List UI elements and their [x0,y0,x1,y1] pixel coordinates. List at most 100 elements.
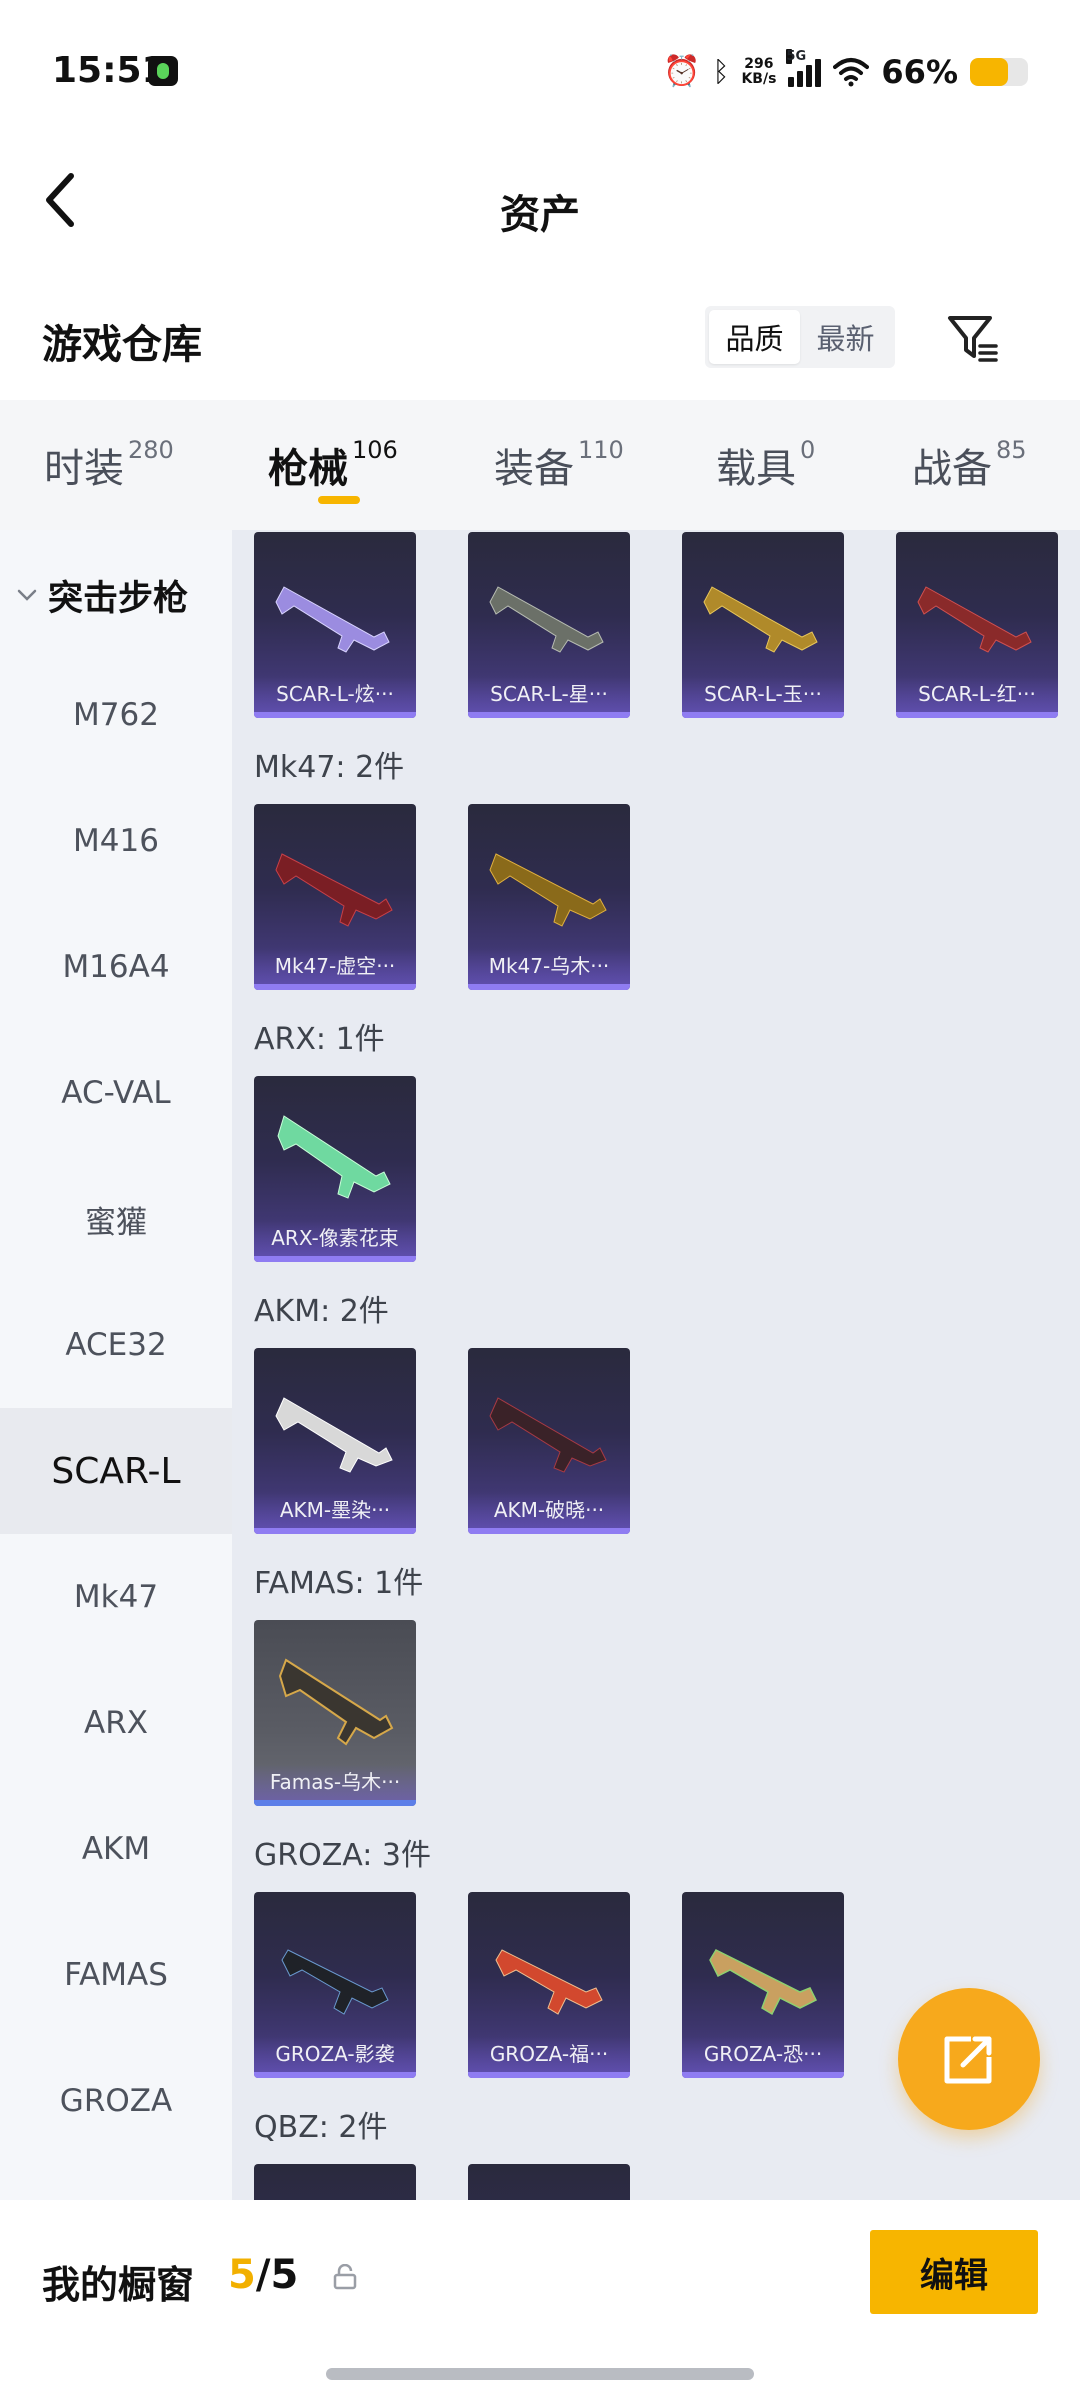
network-speed: 296 KB/s [741,57,776,87]
sort-quality-button[interactable]: 品质 [709,310,800,364]
cell-signal-icon: 5G [786,49,822,87]
weapon-card[interactable]: Mk47-乌木··· [468,804,630,990]
rifle-icon [277,1115,391,1199]
section-header: 游戏仓库 品质 最新 [0,290,1080,400]
rifle-icon [489,1397,607,1473]
sidebar-item-groza[interactable]: GROZA [0,2038,232,2164]
weapon-card[interactable]: SCAR-L-炫··· [254,532,416,718]
filter-button[interactable] [942,308,1002,368]
showcase-current: 5 [228,2252,256,2298]
weapon-card[interactable]: GROZA-福··· [468,1892,630,2078]
weapon-name: Famas-乌木··· [254,1764,416,1800]
tab-label: 装备 [494,446,574,492]
group-heading-akm: AKM: 2件 [254,1294,389,1329]
quality-bar [254,1528,416,1534]
quality-bar [468,984,630,990]
battery-percent: 66% [881,53,958,91]
tab-count: 280 [128,436,174,464]
showcase-count: 5/5 [228,2252,298,2298]
rifle-icon [275,586,390,653]
quality-bar [896,712,1058,718]
home-indicator[interactable] [326,2368,754,2380]
share-button[interactable] [898,1988,1040,2130]
tab-fashion[interactable]: 时装 280 [44,436,174,494]
sidebar-item-akm[interactable]: AKM [0,1786,232,1912]
lock-icon[interactable] [332,2264,358,2290]
alarm-icon: ⏰ [663,54,701,89]
weapon-card[interactable]: GROZA-恐··· [682,1892,844,2078]
quality-bar [468,2072,630,2078]
bottom-bar: 我的橱窗 5/5 编辑 [0,2200,1080,2400]
group-heading-qbz: QBZ: 2件 [254,2110,388,2145]
showcase-label: 我的橱窗 [42,2263,195,2307]
group-heading-arx: ARX: 1件 [254,1022,385,1057]
battery-icon [970,58,1028,86]
weapon-name: SCAR-L-炫··· [254,676,416,712]
tab-count: 0 [800,436,816,464]
showcase-max: 5 [270,2252,299,2298]
tab-count: 85 [996,436,1027,464]
rifle-icon [703,586,818,653]
sidebar-item-m762[interactable]: M762 [0,652,232,778]
quality-bar [254,1800,416,1806]
sidebar-item-scar-l[interactable]: SCAR-L [0,1408,232,1534]
weapon-name: GROZA-福··· [468,2036,630,2072]
sidebar-item-ace32[interactable]: ACE32 [0,1282,232,1408]
weapon-name: AKM-墨染··· [254,1492,416,1528]
weapon-card[interactable]: Famas-乌木··· [254,1620,416,1806]
weapon-name: SCAR-L-红··· [896,676,1058,712]
active-tab-indicator [318,496,360,504]
sidebar-item-mk47[interactable]: Mk47 [0,1534,232,1660]
rifle-icon [709,1949,818,2016]
showcase-separator: / [255,2252,271,2298]
rifle-icon [495,1949,603,2015]
share-icon [944,2036,992,2084]
tab-supplies[interactable]: 战备 85 [912,436,1027,494]
rifle-icon [489,853,607,927]
sidebar-group-assault-rifles[interactable]: 突击步枪 [0,560,232,630]
speed-value: 296 [744,56,774,72]
quality-bar [682,2072,844,2078]
battery-level [970,58,1009,86]
rifle-icon [281,1949,389,2015]
weapon-card[interactable] [468,2164,630,2200]
quality-bar [254,712,416,718]
weapon-card[interactable]: AKM-墨染··· [254,1348,416,1534]
tab-firearms[interactable]: 枪械 106 [268,436,398,494]
sidebar-item-ac-val[interactable]: AC-VAL [0,1030,232,1156]
weapon-card[interactable]: GROZA-影袭 [254,1892,416,2078]
edit-button[interactable]: 编辑 [870,2230,1038,2314]
weapon-sidebar: 突击步枪 M762 M416 M16A4 AC-VAL 蜜獾 ACE32 SCA… [0,530,232,2200]
weapon-card[interactable]: SCAR-L-玉··· [682,532,844,718]
quality-bar [254,984,416,990]
sidebar-item-honey-badger[interactable]: 蜜獾 [0,1156,232,1282]
sidebar-item-arx[interactable]: ARX [0,1660,232,1786]
quality-bar [682,712,844,718]
sidebar-item-m416[interactable]: M416 [0,778,232,904]
group-heading-famas: FAMAS: 1件 [254,1566,424,1601]
tab-label: 战备 [912,446,992,492]
speed-unit: KB/s [741,71,777,87]
sort-newest-button[interactable]: 最新 [800,310,891,364]
category-tabs: 时装 280 枪械 106 装备 110 载具 0 战备 85 [0,400,1080,530]
rifle-icon [917,586,1032,653]
weapon-card[interactable]: SCAR-L-红··· [896,532,1058,718]
tab-equipment[interactable]: 装备 110 [494,436,624,494]
quality-bar [468,712,630,718]
rifle-icon [278,1658,394,1746]
tab-vehicles[interactable]: 载具 0 [716,436,815,494]
sidebar-item-famas[interactable]: FAMAS [0,1912,232,2038]
tab-label: 枪械 [268,446,348,492]
weapon-card[interactable]: ARX-像素花束 [254,1076,416,1262]
weapon-card[interactable]: SCAR-L-星··· [468,532,630,718]
quality-bar [254,2072,416,2078]
rifle-icon [489,586,604,653]
rifle-icon [275,1397,393,1473]
wifi-icon [833,58,870,87]
weapon-card[interactable] [254,2164,416,2200]
weapon-card[interactable]: AKM-破晓··· [468,1348,630,1534]
sidebar-item-m16a4[interactable]: M16A4 [0,904,232,1030]
weapon-card[interactable]: Mk47-虚空··· [254,804,416,990]
weapon-name: AKM-破晓··· [468,1492,630,1528]
weapon-name: Mk47-乌木··· [468,948,630,984]
